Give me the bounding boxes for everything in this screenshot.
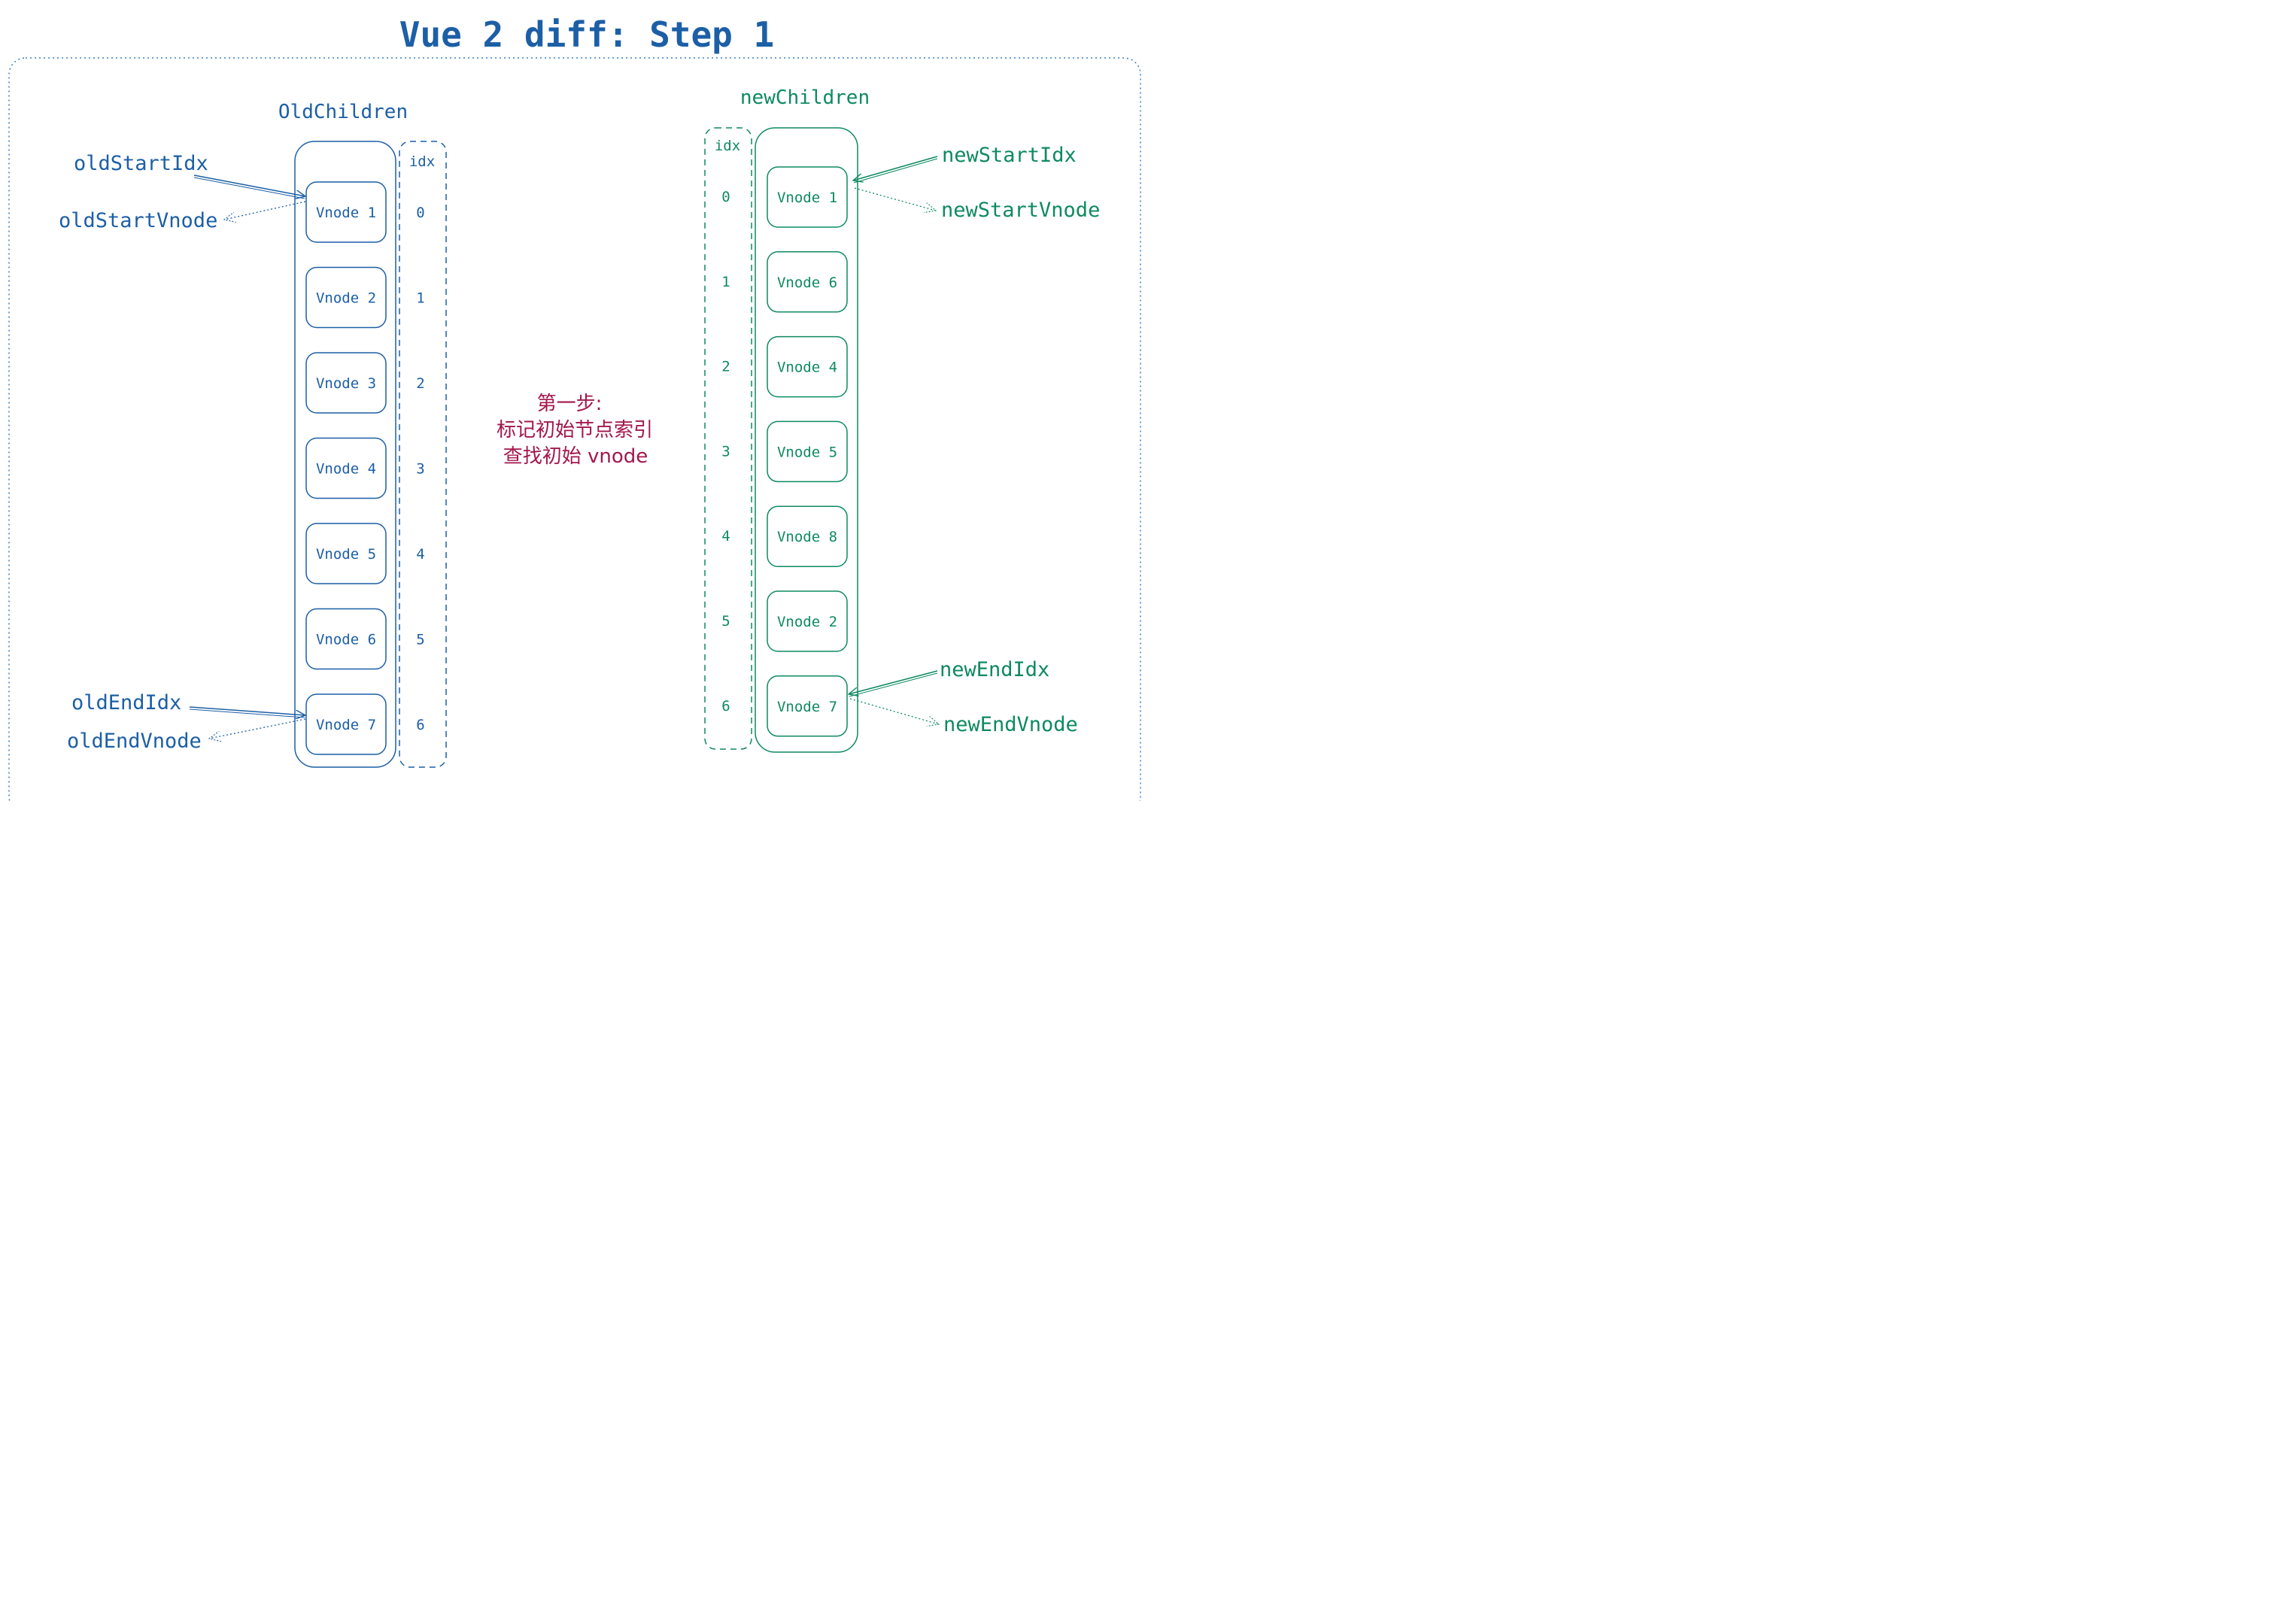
new-end-idx-arrow	[849, 670, 938, 694]
old-node-label: Vnode 6	[316, 632, 376, 648]
old-index-list: 0 1 2 3 4 5 6	[416, 205, 424, 733]
old-index-label: 6	[416, 717, 424, 733]
diagram-title: Vue 2 diff: Step 1	[399, 14, 775, 55]
new-node-2: Vnode 6	[767, 251, 848, 313]
step-note-line-1: 第一步:	[537, 393, 603, 415]
old-start-idx-arrow-sketch	[193, 177, 305, 199]
new-node-7: Vnode 7	[767, 675, 848, 737]
new-node-label: Vnode 6	[777, 275, 837, 291]
new-index-label: 5	[721, 613, 730, 630]
new-index-label: 3	[721, 443, 730, 460]
new-index-label: 0	[721, 189, 730, 205]
new-node-label: Vnode 7	[777, 699, 837, 715]
old-index-label: 5	[416, 632, 424, 648]
old-node-3: Vnode 3	[305, 352, 387, 414]
old-node-label: Vnode 4	[316, 461, 376, 478]
diagram-canvas: Vue 2 diff: Step 1 OldChildren idx Vnode…	[8, 14, 1141, 801]
old-node-2: Vnode 2	[305, 266, 387, 329]
new-index-list: 0 1 2 3 4 5 6	[721, 189, 730, 715]
old-node-label: Vnode 2	[316, 290, 376, 307]
new-node-3: Vnode 4	[767, 335, 848, 398]
old-node-7: Vnode 7	[305, 693, 387, 755]
old-node-label: Vnode 1	[316, 205, 376, 221]
old-index-label: 0	[416, 205, 424, 221]
new-children-group: newChildren idx Vnode 1Vnode 6Vnode 4Vno…	[704, 86, 870, 753]
new-children-list-frame	[755, 127, 858, 753]
old-start-idx-label: oldStartIdx	[74, 152, 208, 175]
old-node-label: Vnode 3	[316, 375, 376, 392]
new-node-list: Vnode 1 Vnode 6 Vnode 4 Vnode 5 Vnode 8 Vnode…	[767, 166, 848, 737]
old-end-idx-arrow	[189, 706, 305, 715]
old-node-label: Vnode 5	[316, 546, 376, 563]
old-idx-column-frame	[399, 141, 447, 768]
new-node-6: Vnode 2	[767, 590, 848, 652]
new-start-idx-arrow	[853, 156, 938, 181]
old-start-vnode-arrow	[224, 201, 306, 220]
step-note-line-2: 标记初始节点索引	[497, 419, 653, 441]
old-idx-header: idx	[409, 153, 435, 170]
old-start-vnode-label: oldStartVnode	[59, 209, 217, 232]
step-note-line-3: 查找初始 vnode	[503, 445, 648, 468]
new-node-label: Vnode 2	[777, 614, 837, 630]
old-node-1: Vnode 1	[305, 181, 387, 243]
new-start-vnode-arrow	[854, 187, 936, 211]
new-end-vnode-label: newEndVnode	[943, 713, 1078, 736]
new-start-idx-arrow-sketch	[853, 158, 938, 184]
new-idx-column-frame	[704, 127, 752, 750]
old-start-idx-arrow	[193, 174, 305, 196]
old-children-list-frame	[294, 141, 396, 768]
new-end-vnode-arrow	[849, 698, 939, 724]
old-end-vnode-arrow	[209, 718, 306, 739]
new-index-label: 4	[721, 528, 730, 545]
old-node-5: Vnode 5	[305, 523, 387, 584]
new-end-idx-label: newEndIdx	[940, 658, 1049, 681]
old-index-label: 3	[416, 461, 424, 478]
old-pointers: oldStartIdx oldStartVnode oldEndIdx oldE…	[59, 152, 305, 753]
new-idx-header: idx	[715, 138, 740, 154]
new-index-label: 2	[721, 359, 730, 375]
new-node-5: Vnode 8	[767, 505, 848, 567]
old-index-label: 1	[416, 290, 424, 307]
new-node-label: Vnode 1	[777, 190, 837, 206]
new-index-label: 6	[721, 698, 730, 715]
old-end-vnode-label: oldEndVnode	[67, 730, 202, 753]
new-node-label: Vnode 5	[777, 444, 837, 460]
old-children-group: OldChildren idx Vnode 1Vnode 2Vnode 3Vno…	[278, 101, 447, 768]
old-end-idx-arrow-sketch	[189, 708, 305, 718]
new-node-label: Vnode 4	[777, 360, 837, 376]
new-pointers: newStartIdx newStartVnode newEndIdx newE…	[849, 144, 1100, 736]
old-node-4: Vnode 4	[305, 437, 387, 499]
new-end-idx-arrow-sketch	[849, 672, 938, 697]
step-note: 第一步: 标记初始节点索引 查找初始 vnode	[497, 393, 653, 468]
new-children-heading: newChildren	[740, 86, 870, 109]
old-node-list: Vnode 1 Vnode 2 Vnode 3 Vnode 4 Vnode 5 Vnode…	[305, 181, 387, 755]
new-node-label: Vnode 8	[777, 529, 837, 545]
new-start-vnode-label: newStartVnode	[941, 199, 1100, 222]
new-node-4: Vnode 5	[767, 420, 848, 483]
old-index-label: 4	[416, 546, 424, 563]
old-node-label: Vnode 7	[316, 717, 376, 733]
old-children-heading: OldChildren	[278, 101, 408, 123]
old-node-6: Vnode 6	[305, 608, 387, 670]
new-start-idx-label: newStartIdx	[942, 144, 1077, 167]
new-node-1: Vnode 1	[767, 166, 848, 228]
new-index-label: 1	[721, 274, 730, 290]
old-end-idx-label: oldEndIdx	[71, 691, 181, 715]
old-index-label: 2	[416, 375, 424, 392]
